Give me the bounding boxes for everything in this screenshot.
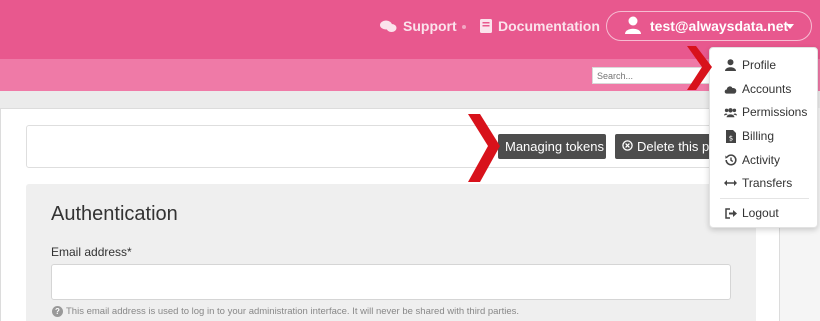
nav-separator — [462, 25, 466, 29]
menu-item-accounts[interactable]: Accounts — [710, 79, 819, 99]
history-icon — [724, 154, 737, 167]
invoice-icon: $ — [724, 129, 737, 143]
email-help-text: This email address is used to log in to … — [66, 306, 520, 317]
menu-label-billing: Billing — [742, 129, 775, 143]
email-field[interactable] — [51, 264, 731, 300]
menu-item-profile[interactable]: Profile — [710, 55, 819, 75]
menu-label-permissions: Permissions — [742, 105, 808, 119]
menu-label-accounts: Accounts — [742, 82, 792, 96]
managing-tokens-label: Managing tokens — [505, 139, 605, 154]
cloud-icon — [724, 83, 737, 96]
menu-divider — [720, 198, 809, 199]
user-icon — [625, 16, 641, 37]
account-menu-button[interactable]: test@alwaysdata.net — [606, 11, 812, 41]
menu-item-permissions[interactable]: Permissions — [710, 102, 819, 122]
menu-item-activity[interactable]: Activity — [710, 150, 819, 170]
annotation-arrow-profile — [687, 46, 712, 90]
menu-label-logout: Logout — [742, 206, 779, 220]
menu-item-logout[interactable]: Logout — [710, 203, 819, 223]
support-label: Support — [403, 18, 457, 34]
email-help: ? This email address is used to log in t… — [52, 306, 519, 317]
section-title: Authentication — [51, 203, 178, 225]
comments-icon — [380, 20, 397, 33]
chevron-down-icon — [786, 24, 794, 29]
documentation-link[interactable]: Documentation — [480, 18, 600, 34]
menu-label-activity: Activity — [742, 153, 781, 167]
user-icon — [724, 59, 737, 72]
sign-out-icon — [724, 207, 737, 220]
menu-label-transfers: Transfers — [742, 176, 793, 190]
close-circle-icon — [622, 139, 633, 154]
annotation-arrow-tokens — [468, 114, 500, 182]
svg-text:$: $ — [728, 134, 732, 142]
support-link[interactable]: Support — [380, 18, 457, 34]
menu-item-billing[interactable]: $ Billing — [710, 126, 819, 146]
book-icon — [480, 19, 492, 33]
account-email: test@alwaysdata.net — [650, 18, 789, 34]
delete-label: Delete this pr — [637, 139, 714, 154]
question-circle-icon: ? — [52, 306, 63, 317]
documentation-label: Documentation — [498, 18, 600, 34]
managing-tokens-button[interactable]: Managing tokens — [498, 134, 606, 159]
account-dropdown-menu: Profile Accounts Permissions $ Billing A… — [709, 47, 818, 228]
arrows-horizontal-icon — [724, 177, 737, 190]
users-icon — [724, 106, 737, 119]
menu-label-profile: Profile — [742, 58, 777, 72]
email-label: Email address* — [51, 245, 132, 259]
menu-item-transfers[interactable]: Transfers — [710, 173, 819, 193]
